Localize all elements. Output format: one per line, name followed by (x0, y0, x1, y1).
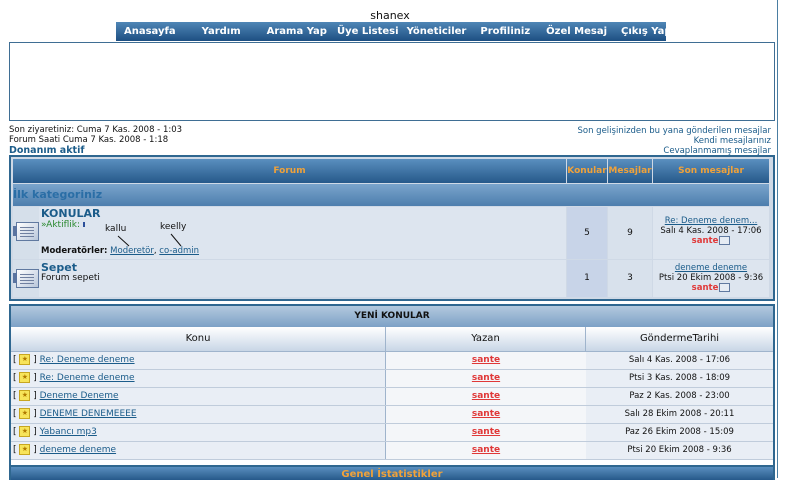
moderators-line: Moderatörler: Moderetör, co-admin (41, 246, 200, 256)
post-date: Paz 26 Ekim 2008 - 15:09 (586, 424, 773, 441)
last-post-link[interactable]: deneme deneme (675, 263, 747, 273)
forum-topics-count: 1 (567, 260, 607, 297)
moderators-label: Moderatörler: (41, 246, 108, 256)
forum-folder-icon (13, 222, 39, 241)
topic-link[interactable]: Deneme Deneme (40, 391, 119, 401)
star-icon: ★ (19, 390, 31, 401)
own-posts-link[interactable]: Kendi mesajlarınız (694, 136, 771, 146)
column-date: GöndermeTarihi (586, 327, 773, 352)
topic-link[interactable]: deneme deneme (40, 445, 116, 455)
right-border (777, 0, 778, 478)
forum-description: Forum sepeti (41, 273, 100, 283)
star-icon: ★ (19, 444, 31, 455)
post-date: Paz 2 Kas. 2008 - 23:00 (586, 388, 773, 405)
topic-link[interactable]: DENEME DENEMEEEE (40, 409, 137, 419)
activity-icon (83, 222, 85, 227)
column-topic: Konu (11, 327, 386, 352)
author-link[interactable]: sante (472, 355, 500, 365)
star-icon: ★ (19, 426, 31, 437)
new-topics-table: YENİ KONULAR Konu Yazan GöndermeTarihi [… (9, 304, 775, 468)
post-date: Ptsi 20 Ekim 2008 - 9:36 (586, 442, 773, 459)
last-post-date: Salı 4 Kas. 2008 - 17:06 (660, 226, 762, 236)
forum-row: Sepet Forum sepeti (39, 260, 566, 297)
header-posts: Mesajlar (608, 159, 652, 183)
last-post-date: Ptsi 20 Ekim 2008 - 9:36 (658, 273, 764, 283)
post-date: Ptsi 3 Kas. 2008 - 18:09 (586, 370, 773, 387)
goto-post-icon[interactable] (719, 236, 731, 245)
nav-admins[interactable]: Yöneticiler (407, 22, 467, 41)
topic-link[interactable]: Yabancı mp3 (40, 427, 97, 437)
moderator-link[interactable]: Moderetör (110, 246, 154, 256)
forum-icon-cell (13, 260, 39, 297)
table-row: [ ★ ] Re: Deneme deneme sante Ptsi 3 Kas… (11, 370, 773, 388)
nav-private-messages[interactable]: Özel Mesaj (546, 22, 607, 41)
annotation-keelly: keelly (160, 222, 187, 232)
last-post-cell: Re: Deneme denem... Salı 4 Kas. 2008 - 1… (653, 207, 769, 259)
category-title[interactable]: İlk kategoriniz (13, 188, 102, 201)
forum-posts-count: 9 (608, 207, 652, 259)
table-row: [ ★ ] DENEME DENEMEEEE sante Salı 28 Eki… (11, 406, 773, 424)
nav-member-list[interactable]: Üye Listesi (337, 22, 399, 41)
author-link[interactable]: sante (472, 373, 500, 383)
post-date: Salı 28 Ekim 2008 - 20:11 (586, 406, 773, 423)
table-row: [ ★ ] deneme deneme sante Ptsi 20 Ekim 2… (11, 442, 773, 460)
last-post-author[interactable]: sante (692, 236, 719, 246)
annotation-arrow-2 (170, 233, 182, 247)
category-row: İlk kategoriniz (13, 184, 769, 206)
site-title: shanex (370, 9, 410, 22)
last-post-cell: deneme deneme Ptsi 20 Ekim 2008 - 9:36 s… (653, 260, 769, 297)
header-forum: Forum (13, 159, 566, 183)
post-date: Salı 4 Kas. 2008 - 17:06 (586, 352, 773, 369)
author-link[interactable]: sante (472, 391, 500, 401)
header-topics: Konular (567, 159, 607, 183)
banner-area (9, 42, 775, 121)
co-admin-link[interactable]: co-admin (159, 246, 199, 256)
forum-name-link[interactable]: KONULAR (41, 207, 101, 220)
forum-time-text: Forum Saati Cuma 7 Kas. 2008 - 1:18 (9, 135, 169, 145)
last-post-author[interactable]: sante (692, 283, 719, 293)
new-topics-title: YENİ KONULAR (11, 306, 773, 327)
annotation-arrow-1 (117, 235, 130, 247)
star-icon: ★ (19, 372, 31, 383)
activity-text: »Aktiflik: (41, 220, 80, 230)
star-icon: ★ (19, 408, 31, 419)
nav-logout[interactable]: Çıkış Yap (621, 22, 672, 41)
new-posts-link[interactable]: Son gelişinizden bu yana gönderilen mesa… (578, 126, 772, 136)
forum-topics-count: 5 (567, 207, 607, 259)
activity-label: »Aktiflik: (41, 220, 85, 230)
topic-link[interactable]: Re: Deneme deneme (40, 355, 135, 365)
table-row: [ ★ ] Yabancı mp3 sante Paz 26 Ekim 2008… (11, 424, 773, 442)
forum-table: Forum Konular Mesajlar Son mesajlar İlk … (9, 155, 775, 301)
forum-folder-icon (13, 269, 39, 288)
nav-home[interactable]: Anasayfa (124, 22, 176, 41)
annotation-kallu: kallu (105, 224, 127, 234)
forum-icon-cell (13, 207, 39, 259)
author-link[interactable]: sante (472, 409, 500, 419)
star-icon: ★ (19, 354, 31, 365)
nav-search[interactable]: Arama Yap (267, 22, 327, 41)
forum-row: KONULAR »Aktiflik: Moderatörler: Moderet… (39, 207, 566, 259)
author-link[interactable]: sante (472, 427, 500, 437)
nav-profile[interactable]: Profiliniz (480, 22, 530, 41)
column-author: Yazan (386, 327, 586, 352)
nav-help[interactable]: Yardım (202, 22, 241, 41)
last-visit-text: Son ziyaretiniz: Cuma 7 Kas. 2008 - 1:03 (9, 125, 183, 135)
goto-post-icon[interactable] (719, 283, 731, 292)
navbar: Anasayfa Yardım Arama Yap Üye Listesi Yö… (116, 22, 672, 41)
table-row: [ ★ ] Re: Deneme deneme sante Salı 4 Kas… (11, 352, 773, 370)
table-row: [ ★ ] Deneme Deneme sante Paz 2 Kas. 200… (11, 388, 773, 406)
header-last-post: Son mesajlar (653, 159, 769, 183)
topic-link[interactable]: Re: Deneme deneme (40, 373, 135, 383)
stats-title: Genel İstatistikler (341, 469, 443, 480)
last-post-link[interactable]: Re: Deneme denem... (665, 216, 758, 226)
author-link[interactable]: sante (472, 445, 500, 455)
forum-posts-count: 3 (608, 260, 652, 297)
